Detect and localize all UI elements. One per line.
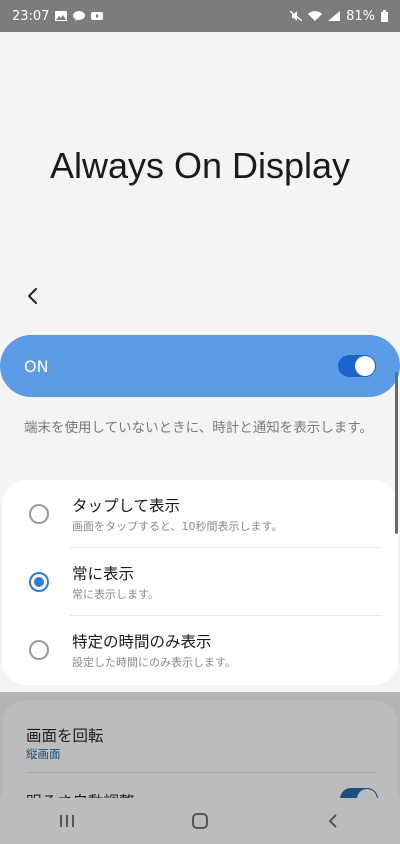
master-toggle[interactable] <box>338 355 376 377</box>
toggle-knob <box>355 356 375 376</box>
nav-back-button[interactable] <box>313 801 353 841</box>
radio-button[interactable] <box>29 640 49 660</box>
scrollbar[interactable] <box>395 372 398 534</box>
back-button[interactable] <box>18 280 46 312</box>
status-bar-right: 81% <box>290 9 388 24</box>
battery-percent: 81% <box>346 8 375 24</box>
signal-icon <box>328 11 341 21</box>
chevron-left-icon <box>28 288 37 304</box>
home-button[interactable] <box>180 801 220 841</box>
master-switch-label: ON <box>24 356 49 376</box>
radio-button-selected[interactable] <box>29 572 49 592</box>
navigation-bar <box>0 798 400 844</box>
battery-icon <box>381 10 388 22</box>
option-always-show[interactable]: 常に表示 常に表示します。 <box>2 548 398 614</box>
recents-button[interactable] <box>47 801 87 841</box>
wifi-icon <box>308 11 323 21</box>
radio-button[interactable] <box>29 504 49 524</box>
image-icon <box>55 11 68 21</box>
option-tap-to-show[interactable]: タップして表示 画面をタップすると、10秒間表示します。 <box>2 480 398 546</box>
rotate-setting-title[interactable]: 画面を回転 <box>26 724 104 746</box>
home-icon <box>191 813 208 829</box>
clock: 23:07 <box>12 8 50 24</box>
description-text: 端末を使用していないときに、時計と通知を表示します。 <box>24 420 373 436</box>
master-switch-card[interactable]: ON <box>0 335 400 397</box>
divider <box>26 772 376 773</box>
option-sub: 常に表示します。 <box>72 588 159 601</box>
status-bar-left: 23:07 <box>12 8 104 24</box>
radio-dot <box>34 577 44 587</box>
option-scheduled[interactable]: 特定の時間のみ表示 設定した時間にのみ表示します。 <box>2 616 398 682</box>
back-icon <box>328 814 338 828</box>
page-title: Always On Display <box>49 145 351 186</box>
option-sub: 設定した時間にのみ表示します。 <box>72 656 236 669</box>
option-label: タップして表示 <box>72 497 181 515</box>
option-sub: 画面をタップすると、10秒間表示します。 <box>72 520 283 533</box>
option-label: 特定の時間のみ表示 <box>72 633 212 651</box>
status-bar: 23:07 81% <box>0 0 400 32</box>
recents-icon <box>59 815 74 827</box>
mute-icon <box>290 11 303 21</box>
youtube-icon <box>91 12 104 20</box>
chat-icon <box>73 11 86 21</box>
option-label: 常に表示 <box>72 565 135 583</box>
rotate-setting-value: 縦画面 <box>26 747 61 761</box>
display-mode-options: タップして表示 画面をタップすると、10秒間表示します。 常に表示 常に表示しま… <box>2 480 398 685</box>
